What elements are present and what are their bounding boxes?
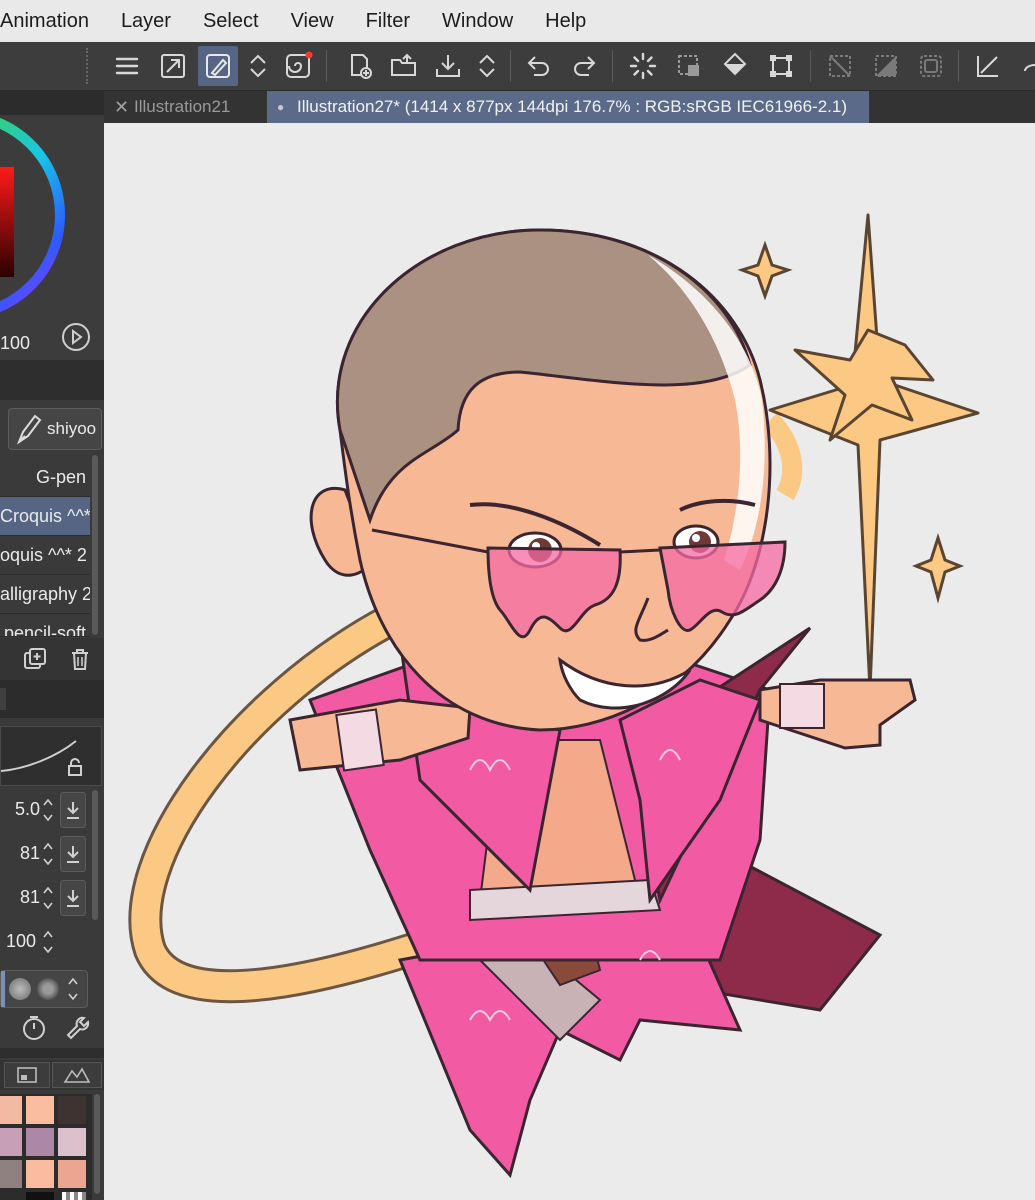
- mountain-icon: [63, 1067, 91, 1083]
- grid-icon: [17, 1067, 37, 1083]
- tab-illustration27[interactable]: ● Illustration27* (1414 x 877px 144dpi 1…: [267, 91, 869, 123]
- menu-animation[interactable]: Animation: [0, 0, 105, 42]
- deselect-icon[interactable]: [820, 46, 860, 86]
- timer-icon[interactable]: [20, 1014, 48, 1042]
- new-canvas-icon[interactable]: [340, 46, 380, 86]
- color-wheel-icon[interactable]: [0, 115, 104, 360]
- brush-item[interactable]: oquis ^^* 2: [0, 536, 90, 575]
- menu-help[interactable]: Help: [529, 0, 602, 42]
- invert-selection-icon[interactable]: [866, 46, 906, 86]
- stepper-icon[interactable]: [42, 794, 54, 826]
- download-icon[interactable]: [60, 792, 86, 828]
- color-set-scrollbar[interactable]: [94, 1094, 100, 1194]
- ruler-icon[interactable]: [968, 46, 1008, 86]
- hard-tip-icon[interactable]: [37, 978, 59, 1000]
- more-tools-icon[interactable]: [1012, 46, 1035, 86]
- brush-item-selected[interactable]: Croquis ^^*: [0, 497, 90, 536]
- selection-border-icon[interactable]: [911, 46, 951, 86]
- close-icon[interactable]: ✕: [114, 91, 129, 123]
- color-swatch[interactable]: [58, 1096, 86, 1124]
- drawing-canvas[interactable]: [104, 123, 1035, 1200]
- spiral-icon[interactable]: [278, 46, 318, 86]
- stepper-icon[interactable]: [42, 838, 54, 870]
- tab-illustration21[interactable]: ✕ Illustration21: [104, 91, 264, 123]
- brush-item[interactable]: G-pen: [0, 458, 90, 497]
- color-swatch[interactable]: [58, 1128, 86, 1156]
- fit-canvas-icon[interactable]: [153, 46, 193, 86]
- illustration-artwork: [128, 213, 980, 1179]
- brush-list-scrollbar[interactable]: [92, 455, 98, 635]
- brush-actions-bar: [0, 638, 104, 680]
- pressure-curve-graph[interactable]: [0, 726, 102, 786]
- sub-tool-tabs: shiyoo: [0, 406, 104, 450]
- menu-layer[interactable]: Layer: [105, 0, 187, 42]
- brush-density-row: 81: [0, 834, 104, 874]
- sub-tool-tab[interactable]: shiyoo: [8, 408, 102, 450]
- brush-param-row: 81: [0, 878, 104, 918]
- tool-property-scrollbar[interactable]: [92, 790, 98, 920]
- up-down-arrows-icon[interactable]: [238, 46, 278, 86]
- menu-icon[interactable]: [107, 46, 147, 86]
- stepper-icon[interactable]: [42, 926, 54, 958]
- play-icon[interactable]: [62, 323, 90, 351]
- color-panel-header: [0, 90, 104, 115]
- loading-spinner-icon[interactable]: [623, 46, 663, 86]
- command-bar: [0, 42, 1035, 91]
- color-swatch[interactable]: [0, 1128, 22, 1156]
- opacity-value: 100: [0, 333, 31, 353]
- menu-bar: Animation Layer Select View Filter Windo…: [0, 0, 1035, 42]
- save-icon[interactable]: [428, 46, 468, 86]
- brush-tip-selector[interactable]: [0, 970, 88, 1008]
- brush-size-value[interactable]: 5.0: [15, 799, 40, 820]
- color-swatch[interactable]: [0, 1096, 22, 1124]
- duplicate-icon[interactable]: [22, 646, 48, 672]
- left-panel: 100 shiyoo G-pen Croquis ^^* oquis ^^* 2…: [0, 90, 104, 1200]
- panel-grip-handle[interactable]: [86, 48, 100, 84]
- soft-tip-icon[interactable]: [9, 978, 31, 1000]
- color-set-grid: [0, 1094, 92, 1200]
- unsaved-dot-icon: ●: [277, 100, 285, 114]
- color-wheel-panel: 100: [0, 115, 104, 360]
- color-set-tab[interactable]: [52, 1062, 102, 1088]
- sub-tool-tab-label: shiyoo: [47, 419, 97, 438]
- color-set-tab[interactable]: [4, 1062, 50, 1088]
- brush-density-value[interactable]: 81: [20, 843, 40, 864]
- stepper-icon[interactable]: [42, 882, 54, 914]
- color-swatch[interactable]: [0, 1160, 22, 1188]
- tool-settings-bar: [0, 1008, 104, 1048]
- download-icon[interactable]: [60, 836, 86, 872]
- brush-opacity-row: 100: [0, 922, 104, 962]
- brush-param-value[interactable]: 81: [20, 887, 40, 908]
- color-set-tabs: [0, 1060, 104, 1090]
- brush-tool-icon[interactable]: [198, 46, 238, 86]
- panel-divider: [0, 360, 104, 400]
- menu-window[interactable]: Window: [426, 0, 529, 42]
- color-swatch[interactable]: [26, 1128, 54, 1156]
- brush-size-row: 5.0: [0, 790, 104, 830]
- menu-view[interactable]: View: [275, 0, 350, 42]
- canvas-tab-bar: ✕ Illustration21 ● Illustration27* (1414…: [104, 91, 1035, 123]
- tool-property-header: [0, 680, 104, 718]
- undo-icon[interactable]: [519, 46, 559, 86]
- brush-opacity-value[interactable]: 100: [6, 931, 36, 952]
- menu-select[interactable]: Select: [187, 0, 275, 42]
- wrench-icon[interactable]: [64, 1014, 92, 1042]
- open-folder-icon[interactable]: [384, 46, 424, 86]
- trash-icon[interactable]: [67, 646, 93, 672]
- stepper-icon[interactable]: [67, 973, 79, 1005]
- download-icon[interactable]: [60, 880, 86, 916]
- color-swatch[interactable]: [26, 1096, 54, 1124]
- fill-bucket-icon[interactable]: [715, 46, 755, 86]
- color-swatch[interactable]: [58, 1160, 86, 1188]
- transform-icon[interactable]: [761, 46, 801, 86]
- redo-icon[interactable]: [564, 46, 604, 86]
- brush-item[interactable]: alligraphy 2: [0, 575, 90, 614]
- lock-icon[interactable]: [65, 757, 85, 777]
- color-swatch[interactable]: [26, 1160, 54, 1188]
- clear-selection-icon[interactable]: [669, 46, 709, 86]
- menu-filter[interactable]: Filter: [350, 0, 426, 42]
- up-down-arrows-icon[interactable]: [467, 46, 507, 86]
- pen-icon: [16, 414, 42, 445]
- brush-item[interactable]: pencil-soft: [0, 614, 90, 637]
